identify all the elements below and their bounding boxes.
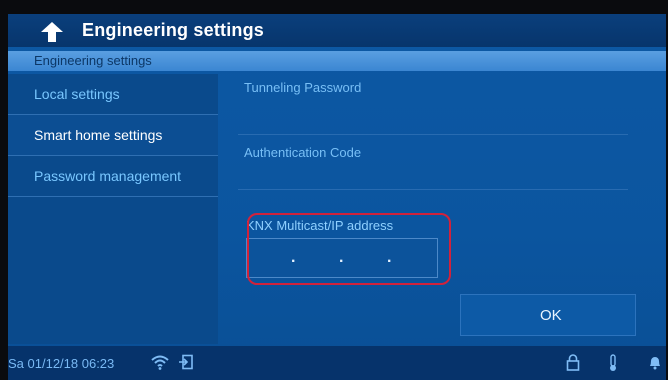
wifi-icon [150,354,170,375]
touch-screen: Engineering settings Engineering setting… [8,14,666,380]
status-datetime: Sa 01/12/18 06:23 [8,356,115,371]
divider [238,134,628,135]
sidebar-item-label: Smart home settings [34,127,163,143]
exit-icon[interactable] [178,354,194,375]
tunneling-password-field[interactable]: Tunneling Password [244,80,361,95]
authentication-code-field[interactable]: Authentication Code [244,145,361,160]
sidebar-item-label: Password management [34,168,182,184]
ok-button-label: OK [540,307,562,324]
section-header-label: Engineering settings [34,53,152,68]
back-arrow-icon[interactable] [40,21,64,43]
thermometer-icon[interactable] [608,354,618,377]
sidebar-item-local-settings[interactable]: Local settings [8,74,218,115]
sidebar-item-smart-home-settings[interactable]: Smart home settings [8,115,218,156]
section-header: Engineering settings [8,51,666,71]
page-title: Engineering settings [82,20,265,40]
sidebar-item-label: Local settings [34,86,120,102]
sidebar-item-password-management[interactable]: Password management [8,156,218,197]
ok-button[interactable]: OK [460,294,636,336]
sidebar: Local settings Smart home settings Passw… [8,74,218,344]
title-bar: Engineering settings [8,14,666,47]
annotation-highlight [247,213,451,285]
status-bar: Sa 01/12/18 06:23 [8,346,666,380]
lock-icon[interactable] [566,354,580,376]
bell-icon[interactable] [648,354,662,375]
divider [238,189,628,190]
